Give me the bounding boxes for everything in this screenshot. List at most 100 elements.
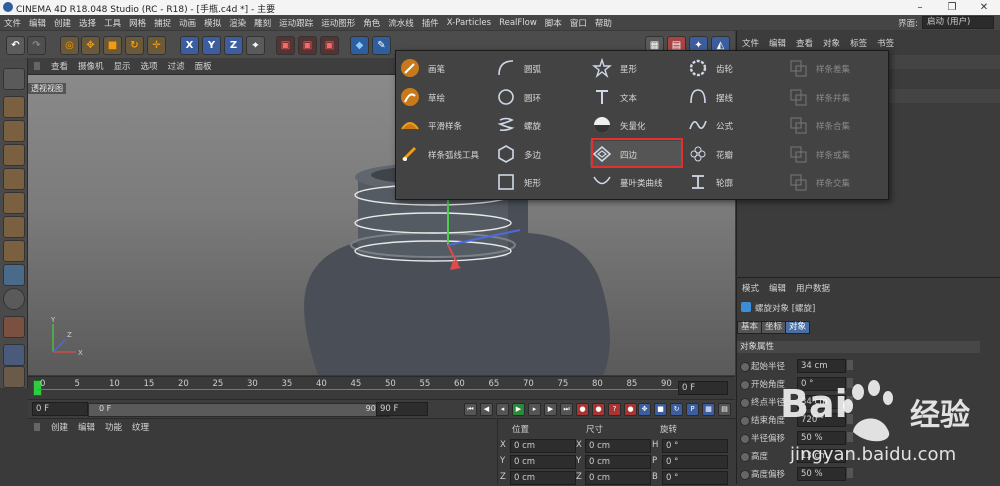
live-select-icon[interactable]: ◎	[60, 36, 79, 55]
rotate-key-icon[interactable]: ↻	[670, 403, 683, 416]
spline-menu-item-helix[interactable]: 螺旋	[494, 112, 586, 138]
object-manager-menu-item[interactable]: 标签	[845, 37, 872, 49]
make-editable-icon[interactable]	[3, 68, 25, 90]
tab-basic[interactable]: 基本	[737, 321, 763, 334]
animate-dot-icon[interactable]	[740, 362, 750, 372]
coordinate-system-icon[interactable]: ⌖	[246, 36, 265, 55]
layout-dropdown[interactable]: 启动 (用户)	[922, 16, 994, 29]
scale-key-icon[interactable]: ■	[654, 403, 667, 416]
viewport-menu-item[interactable]: 面板	[190, 60, 217, 72]
coord-position-field[interactable]: 0 cm	[510, 455, 576, 469]
spline-menu-item-spline-and[interactable]: 样条合集	[786, 112, 878, 138]
object-manager-menu-item[interactable]: 对象	[818, 37, 845, 49]
viewport-menu-item[interactable]: 摄像机	[73, 60, 109, 72]
viewport-menu-item[interactable]: 过滤	[163, 60, 190, 72]
timeline-menu-icon[interactable]: ▤	[718, 403, 731, 416]
frame-range-slider[interactable]: 0 F 90 F	[88, 403, 390, 417]
record-icon[interactable]: ●	[576, 403, 589, 416]
coord-size-field[interactable]: 0 cm	[585, 455, 651, 469]
spline-menu-item-spline-union[interactable]: 样条并集	[786, 84, 878, 110]
goto-start-icon[interactable]: ⏮	[464, 403, 477, 416]
menu-item[interactable]: 插件	[418, 17, 443, 29]
render-view-icon[interactable]: ▣	[276, 36, 295, 55]
menu-item[interactable]: 模拟	[200, 17, 225, 29]
object-manager-menu-item[interactable]: 查看	[791, 37, 818, 49]
animate-dot-icon[interactable]	[740, 416, 750, 426]
planar-workplane-icon[interactable]	[3, 366, 25, 388]
redo-icon[interactable]: ↷	[27, 36, 46, 55]
maximize-button[interactable]: ❐	[936, 0, 968, 15]
material-menu-item[interactable]: 编辑	[73, 421, 100, 433]
points-mode-icon[interactable]	[3, 168, 25, 190]
menu-item[interactable]: 帮助	[591, 17, 616, 29]
material-menu-item[interactable]: 创建	[46, 421, 73, 433]
object-manager-menu-item[interactable]: 文件	[737, 37, 764, 49]
axis-mode-icon[interactable]	[3, 240, 25, 262]
move-icon[interactable]: ✥	[81, 36, 100, 55]
menu-item[interactable]: 脚本	[541, 17, 566, 29]
animate-dot-icon[interactable]	[740, 434, 750, 444]
attribute-menu-item[interactable]: 模式	[737, 282, 764, 294]
coord-rotation-field[interactable]: 0 °	[662, 455, 728, 469]
transform-icon[interactable]: ✛	[147, 36, 166, 55]
close-button[interactable]: ✕	[968, 0, 1000, 15]
start-frame-field[interactable]: 0 F	[32, 402, 88, 416]
menu-item[interactable]: 工具	[100, 17, 125, 29]
spline-menu-item-sketch[interactable]: 草绘	[398, 84, 490, 110]
keyframe-selection-icon[interactable]: ?	[608, 403, 621, 416]
object-manager-menu-item[interactable]: 书签	[872, 37, 899, 49]
end-frame-field[interactable]: 90 F	[376, 402, 428, 416]
spline-menu-item-cissoid[interactable]: 蔓叶类曲线	[590, 169, 682, 195]
material-menu-item[interactable]: 纹理	[127, 421, 154, 433]
coord-rotation-field[interactable]: 0 °	[662, 439, 728, 453]
spline-menu-item-profile[interactable]: 轮廓	[686, 169, 778, 195]
rotate-icon[interactable]: ↻	[125, 36, 144, 55]
workplane-icon[interactable]	[3, 144, 25, 166]
magnet-icon[interactable]	[3, 316, 25, 338]
prev-frame-icon[interactable]: ◂	[496, 403, 509, 416]
edges-mode-icon[interactable]	[3, 192, 25, 214]
next-key-icon[interactable]: ▶	[544, 403, 557, 416]
render-picture-viewer-icon[interactable]: ▣	[298, 36, 317, 55]
animate-dot-icon[interactable]	[740, 380, 750, 390]
menu-item[interactable]: 渲染	[225, 17, 250, 29]
autokey-icon[interactable]: ●	[592, 403, 605, 416]
coord-size-field[interactable]: 0 cm	[585, 439, 651, 453]
spline-pen-icon[interactable]: ✎	[372, 36, 391, 55]
lock-workplane-icon[interactable]	[3, 344, 25, 366]
animate-dot-icon[interactable]	[740, 452, 750, 462]
menu-item[interactable]: 雕刻	[250, 17, 275, 29]
spline-menu-item-vectorize[interactable]: 矢量化	[590, 112, 682, 138]
object-manager-menu-item[interactable]: 编辑	[764, 37, 791, 49]
viewport-menu-item[interactable]: 显示	[109, 60, 136, 72]
animate-dot-icon[interactable]	[740, 470, 750, 480]
tweak-mode-icon[interactable]	[3, 264, 25, 286]
spline-menu-item-text[interactable]: 文本	[590, 84, 682, 110]
menu-item[interactable]: 运动图形	[317, 17, 359, 29]
menu-item[interactable]: X-Particles	[443, 18, 495, 28]
spline-menu-item-rectangle[interactable]: 矩形	[494, 169, 586, 195]
menu-item[interactable]: 动画	[175, 17, 200, 29]
menu-item[interactable]: 创建	[50, 17, 75, 29]
polygons-mode-icon[interactable]	[3, 216, 25, 238]
timeline[interactable]: 0 F 0 5 10 15 20 25 30 35 40 45 50 55 60 65 70 75 80 85 90	[28, 376, 735, 399]
spline-menu-item-formula[interactable]: 公式	[686, 112, 778, 138]
spline-menu-item-circle[interactable]: 圆环	[494, 84, 586, 110]
y-axis-lock-icon[interactable]: Y	[202, 36, 221, 55]
spline-menu-item-cycloid[interactable]: 摆线	[686, 84, 778, 110]
attr-property-value[interactable]: 34 cm	[797, 359, 846, 373]
menu-item[interactable]: 文件	[0, 17, 25, 29]
spline-menu-item-spline-intersect[interactable]: 样条交集	[786, 169, 878, 195]
prev-key-icon[interactable]: ◀	[480, 403, 493, 416]
undo-icon[interactable]: ↶	[6, 36, 25, 55]
menu-item[interactable]: RealFlow	[495, 18, 541, 28]
next-frame-icon[interactable]: ▸	[528, 403, 541, 416]
model-mode-icon[interactable]	[3, 96, 25, 118]
cube-icon[interactable]: ◆	[350, 36, 369, 55]
menu-item[interactable]: 选择	[75, 17, 100, 29]
menu-item[interactable]: 角色	[359, 17, 384, 29]
spline-menu-item-spline-subtract[interactable]: 样条差集	[786, 55, 878, 81]
menu-item[interactable]: 窗口	[566, 17, 591, 29]
material-menu-item[interactable]: 功能	[100, 421, 127, 433]
spline-menu-item-pen[interactable]: 画笔	[398, 55, 490, 81]
